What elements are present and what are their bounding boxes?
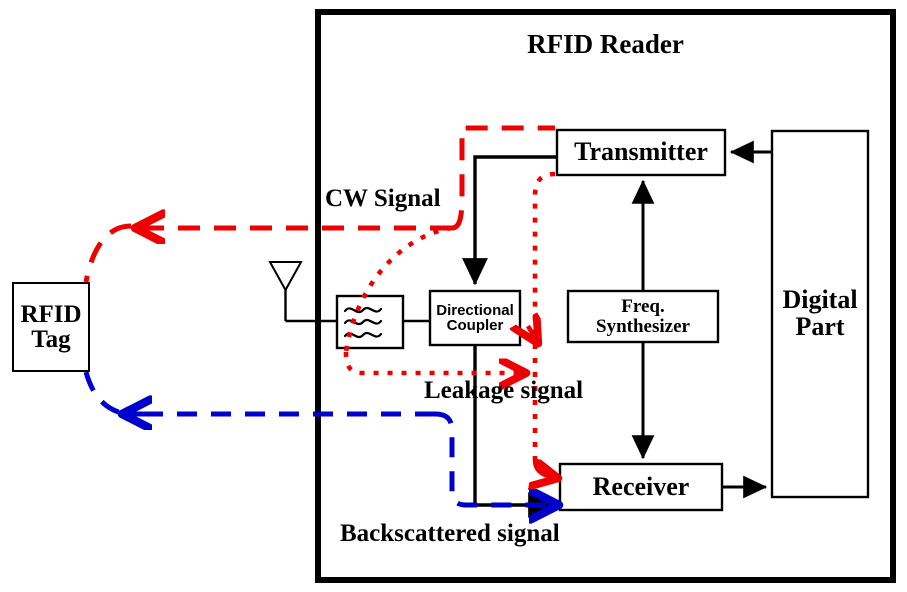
- diagram-vector-layer: [12, 9, 896, 583]
- rfid-reader-block-diagram: RFID Reader RFID Tag Transmitter Receive…: [0, 0, 907, 592]
- receiver-box: [558, 462, 724, 512]
- directional-coupler-box: [428, 289, 522, 347]
- freq-synthesizer-box: [566, 289, 720, 344]
- digital-part-box: [770, 129, 870, 499]
- page-title: RFID Reader: [527, 29, 684, 59]
- transmitter-box: [555, 128, 727, 177]
- rfid-tag-box: [12, 282, 90, 372]
- leakage-signal-label: Leakage signal: [424, 377, 584, 404]
- cw-signal-curve-left: [83, 223, 132, 283]
- cw-signal-label: CW Signal: [325, 185, 441, 212]
- backscattered-signal-label: Backscattered signal: [340, 520, 560, 547]
- backscattered-curve-tag: [83, 371, 127, 417]
